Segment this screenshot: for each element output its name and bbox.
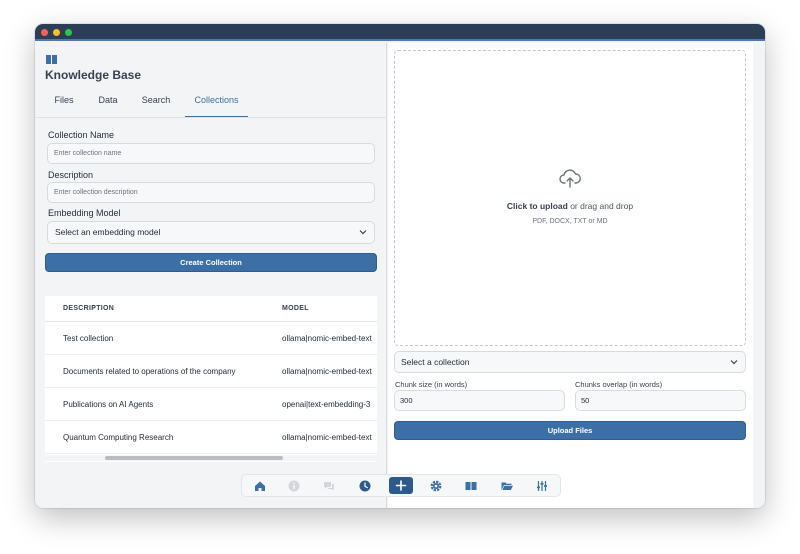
table-row[interactable]: Quantum Computing Research ollama|nomic-… — [45, 421, 377, 454]
chevron-down-icon — [730, 360, 738, 365]
tab-collections[interactable]: Collections — [185, 91, 248, 117]
scrollbar-thumb[interactable] — [105, 456, 283, 460]
embedding-model-select[interactable]: Select an embedding model — [47, 221, 375, 244]
chat-icon[interactable] — [322, 479, 336, 493]
create-collection-button[interactable]: Create Collection — [45, 253, 377, 272]
tab-files[interactable]: Files — [47, 91, 81, 117]
drag-drop-text: or drag and drop — [567, 201, 634, 211]
row-description: Documents related to operations of the c… — [63, 367, 236, 376]
description-input[interactable]: Enter collection description — [47, 182, 375, 203]
tab-bar: Files Data Search Collections — [35, 91, 387, 118]
settings-icon[interactable] — [429, 479, 443, 493]
chunk-overlap-label: Chunks overlap (in words) — [575, 380, 663, 389]
sliders-icon[interactable] — [535, 479, 549, 493]
collection-select-value: Select a collection — [401, 357, 470, 367]
title-bar — [35, 24, 765, 41]
info-icon[interactable] — [287, 479, 301, 493]
row-model: ollama|nomic-embed-text — [282, 433, 372, 442]
table-horizontal-scrollbar[interactable] — [45, 455, 377, 461]
collection-select[interactable]: Select a collection — [394, 351, 746, 373]
add-icon — [395, 480, 407, 491]
right-edge-panel — [753, 43, 765, 508]
folder-icon[interactable] — [500, 479, 514, 493]
right-panel: Click to upload or drag and drop PDF, DO… — [388, 43, 753, 508]
accepted-formats-text: PDF, DOCX, TXT or MD — [532, 218, 608, 225]
book-logo-icon — [46, 55, 57, 64]
tab-search[interactable]: Search — [135, 91, 177, 117]
row-model: ollama|nomic-embed-text — [282, 334, 372, 343]
embedding-model-label: Embedding Model — [48, 208, 121, 218]
app-window: Knowledge Base Files Data Search Collect… — [35, 24, 765, 508]
tab-data[interactable]: Data — [91, 91, 125, 117]
table-row[interactable]: Documents related to operations of the c… — [45, 355, 377, 388]
history-icon[interactable] — [358, 479, 372, 493]
collections-table: DESCRIPTION MODEL Test collection ollama… — [45, 296, 377, 462]
collection-name-input[interactable]: Enter collection name — [47, 143, 375, 164]
table-row[interactable]: Publications on AI Agents openai|text-em… — [45, 388, 377, 421]
chevron-down-icon — [359, 230, 367, 235]
column-header-description: DESCRIPTION — [63, 305, 115, 312]
book-icon[interactable] — [464, 479, 478, 493]
chunk-overlap-input[interactable]: 50 — [575, 390, 746, 411]
left-panel: Knowledge Base Files Data Search Collect… — [35, 43, 387, 508]
collection-name-label: Collection Name — [48, 130, 115, 140]
maximize-window-button[interactable] — [65, 29, 72, 36]
minimize-window-button[interactable] — [53, 29, 60, 36]
table-header: DESCRIPTION MODEL — [45, 296, 377, 322]
row-model: ollama|nomic-embed-text — [282, 367, 372, 376]
chunk-size-input[interactable]: 300 — [394, 390, 565, 411]
home-icon[interactable] — [253, 479, 267, 493]
file-dropzone[interactable]: Click to upload or drag and drop PDF, DO… — [394, 50, 746, 346]
click-to-upload-text: Click to upload — [506, 201, 568, 211]
row-description: Publications on AI Agents — [63, 400, 154, 409]
add-button[interactable] — [389, 477, 413, 494]
description-label: Description — [48, 170, 94, 180]
upload-files-button[interactable]: Upload Files — [394, 421, 746, 440]
row-description: Quantum Computing Research — [63, 433, 174, 442]
embedding-model-value: Select an embedding model — [55, 227, 161, 237]
chunk-size-label: Chunk size (in words) — [395, 380, 468, 389]
cloud-upload-icon — [559, 169, 581, 188]
page-title: Knowledge Base — [45, 68, 142, 82]
bottom-dock — [241, 474, 561, 497]
row-model: openai|text-embedding-3 — [282, 400, 371, 409]
table-row[interactable]: Test collection ollama|nomic-embed-text — [45, 322, 377, 355]
column-header-model: MODEL — [282, 305, 309, 312]
dropzone-instruction: Click to upload or drag and drop — [395, 201, 745, 211]
close-window-button[interactable] — [41, 29, 48, 36]
row-description: Test collection — [63, 334, 114, 343]
